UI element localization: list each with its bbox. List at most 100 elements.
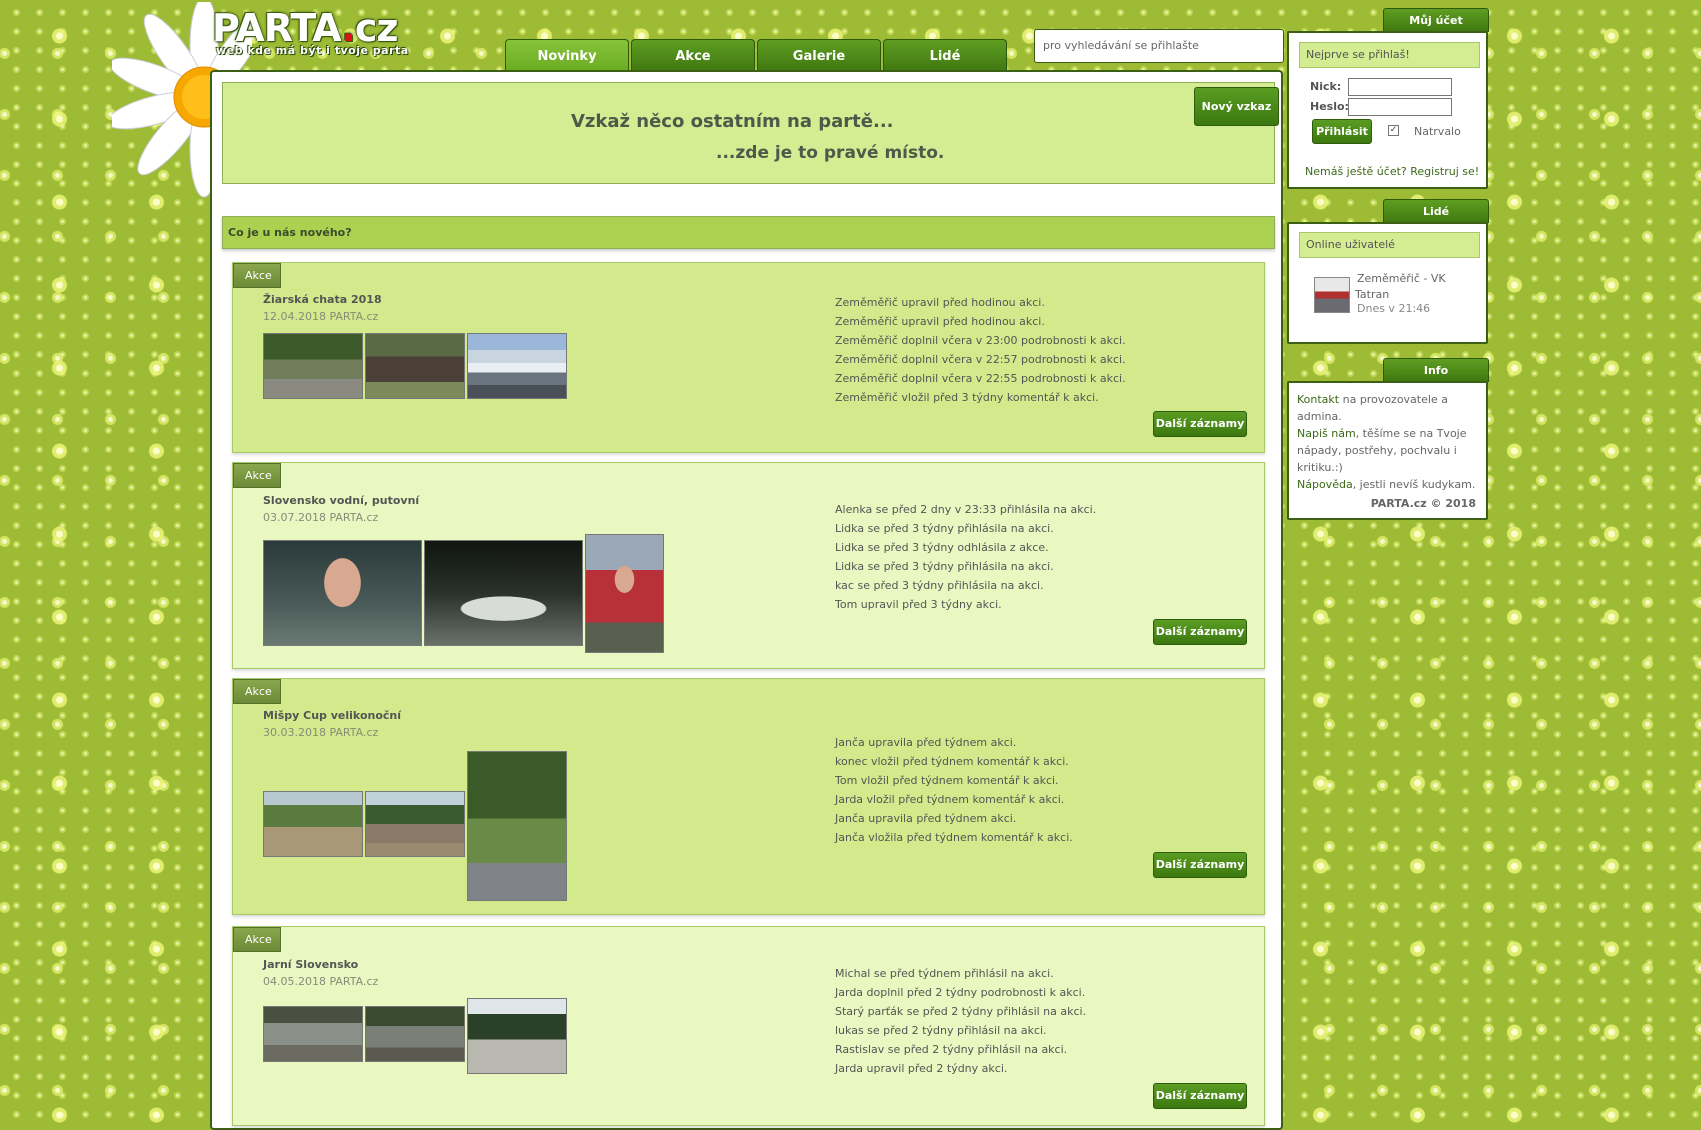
log-entry: Janča upravila před týdnem akci. — [835, 812, 1017, 825]
log-entry: Jarda upravil před 2 týdny akci. — [835, 1062, 1008, 1075]
user-avatar[interactable] — [1314, 277, 1350, 313]
main-panel: Vzkaž něco ostatním na partě... ...zde j… — [210, 70, 1283, 1130]
message-box: Vzkaž něco ostatním na partě... ...zde j… — [222, 82, 1279, 184]
log-entry: Janča vložila před týdnem komentář k akc… — [835, 831, 1073, 844]
message-prompt-line1: Vzkaž něco ostatním na partě... — [571, 111, 894, 132]
more-records-button[interactable]: Další záznamy — [1153, 1083, 1247, 1109]
more-records-button[interactable]: Další záznamy — [1153, 619, 1247, 645]
user-name: Zeměměřič - VK — [1357, 272, 1446, 285]
site-logo[interactable]: PARTA.cz web kde má být i tvoje parta — [212, 8, 409, 57]
log-entry: kac se před 3 týdny přihlásila na akci. — [835, 579, 1044, 592]
card-date: 12.04.2018 PARTA.cz — [263, 310, 379, 323]
search-input[interactable]: pro vyhledávání se přihlašte — [1034, 29, 1284, 63]
news-card: Akce Žiarská chata 2018 12.04.2018 PARTA… — [232, 262, 1265, 453]
card-title[interactable]: Jarní Slovensko — [263, 958, 358, 971]
password-input[interactable] — [1348, 98, 1452, 116]
event-photo[interactable] — [263, 791, 363, 857]
logo-title: PARTA.cz — [212, 6, 399, 50]
info-text: Kontakt na provozovatele a admina. Napiš… — [1297, 391, 1477, 493]
news-section-header: Co je u nás nového? — [222, 216, 1275, 249]
tab-akce[interactable]: Akce — [631, 39, 755, 72]
log-entry: Lidka se před 3 týdny odhlásila z akce. — [835, 541, 1049, 554]
more-records-button[interactable]: Další záznamy — [1153, 411, 1247, 437]
account-box-header: Můj účet — [1383, 8, 1489, 32]
card-category-tag[interactable]: Akce — [233, 463, 281, 488]
log-entry: Jarda vložil před týdnem komentář k akci… — [835, 793, 1065, 806]
log-entry: Janča upravila před týdnem akci. — [835, 736, 1017, 749]
log-entry: konec vložil před týdnem komentář k akci… — [835, 755, 1069, 768]
log-entry: Michal se před týdnem přihlásil na akci. — [835, 967, 1054, 980]
event-photo[interactable] — [263, 540, 422, 646]
news-card: Akce Slovensko vodní, putovní 03.07.2018… — [232, 462, 1265, 669]
log-entry: Zeměměřič doplnil včera v 22:57 podrobno… — [835, 353, 1126, 366]
logo-tagline: web kde má být i tvoje parta — [216, 44, 409, 57]
log-entry: Zeměměřič vložil před 3 týdny komentář k… — [835, 391, 1099, 404]
people-box: Online uživatelé Zeměměřič - VK Tatran D… — [1287, 222, 1488, 344]
activity-log: Zeměměřič upravil před hodinou akci. Zem… — [835, 293, 1126, 407]
log-entry: Zeměměřič doplnil včera v 22:55 podrobno… — [835, 372, 1126, 385]
register-link[interactable]: Nemáš ještě účet? Registruj se! — [1305, 165, 1479, 178]
help-text: , jestli nevíš kudykam. — [1352, 478, 1476, 491]
log-entry: Tom vložil před týdnem komentář k akci. — [835, 774, 1059, 787]
write-us-link[interactable]: Napiš nám — [1297, 427, 1356, 440]
main-tabs: Novinky Akce Galerie Lidé — [505, 39, 1009, 72]
password-label: Heslo: — [1310, 100, 1349, 113]
info-box-header: Info — [1383, 358, 1489, 382]
login-prompt: Nejprve se přihlaš! — [1299, 42, 1480, 68]
news-card: Akce Jarní Slovensko 04.05.2018 PARTA.cz… — [232, 926, 1265, 1126]
event-photo[interactable] — [365, 791, 465, 857]
card-title[interactable]: Žiarská chata 2018 — [263, 293, 382, 306]
log-entry: Zeměměřič upravil před hodinou akci. — [835, 315, 1045, 328]
card-date: 03.07.2018 PARTA.cz — [263, 511, 379, 524]
card-category-tag[interactable]: Akce — [233, 927, 281, 952]
log-entry: Lidka se před 3 týdny přihlásila na akci… — [835, 522, 1054, 535]
news-card: Akce Mišpy Cup velikonoční 30.03.2018 PA… — [232, 678, 1265, 915]
event-photo[interactable] — [585, 534, 664, 653]
event-photo[interactable] — [467, 333, 567, 399]
log-entry: Tom upravil před 3 týdny akci. — [835, 598, 1002, 611]
copyright: PARTA.cz © 2018 — [1370, 497, 1476, 510]
event-photo[interactable] — [467, 998, 567, 1074]
log-entry: Jarda doplnil před 2 týdny podrobnosti k… — [835, 986, 1086, 999]
event-photo[interactable] — [263, 333, 363, 399]
log-entry: Lidka se před 3 týdny přihlásila na akci… — [835, 560, 1054, 573]
account-box: Nejprve se přihlaš! Nick: Heslo: Přihlás… — [1287, 31, 1488, 189]
contact-link[interactable]: Kontakt — [1297, 393, 1339, 406]
message-prompt-line2: ...zde je to pravé místo. — [716, 143, 945, 163]
log-entry: Zeměměřič upravil před hodinou akci. — [835, 296, 1045, 309]
activity-log: Michal se před týdnem přihlásil na akci.… — [835, 964, 1086, 1078]
card-category-tag[interactable]: Akce — [233, 679, 281, 704]
event-photo[interactable] — [365, 1006, 465, 1062]
online-users-label: Online uživatelé — [1299, 232, 1480, 258]
event-photo[interactable] — [467, 751, 567, 901]
event-photo[interactable] — [263, 1006, 363, 1062]
tab-lide[interactable]: Lidé — [883, 39, 1007, 72]
help-link[interactable]: Nápověda — [1297, 478, 1353, 491]
activity-log: Janča upravila před týdnem akci. konec v… — [835, 733, 1073, 847]
tab-galerie[interactable]: Galerie — [757, 39, 881, 72]
event-photo[interactable] — [365, 333, 465, 399]
user-last-seen: Dnes v 21:46 — [1357, 302, 1431, 315]
card-title[interactable]: Slovensko vodní, putovní — [263, 494, 419, 507]
remember-label: Natrvalo — [1414, 125, 1461, 138]
tab-novinky[interactable]: Novinky — [505, 39, 629, 72]
login-button[interactable]: Přihlásit — [1312, 119, 1372, 144]
people-box-header: Lidé — [1383, 199, 1489, 223]
log-entry: Rastislav se před 2 týdny přihlásil na a… — [835, 1043, 1068, 1056]
log-entry: Alenka se před 2 dny v 23:33 přihlásila … — [835, 503, 1097, 516]
log-entry: lukas se před 2 týdny přihlásil na akci. — [835, 1024, 1047, 1037]
log-entry: Zeměměřič doplnil včera v 23:00 podrobno… — [835, 334, 1126, 347]
online-user[interactable]: Zeměměřič - VK Tatran — [1355, 271, 1446, 303]
remember-checkbox[interactable]: ✓ — [1388, 125, 1399, 136]
user-name-cont: Tatran — [1355, 288, 1390, 301]
card-category-tag[interactable]: Akce — [233, 263, 281, 288]
nick-label: Nick: — [1310, 80, 1342, 93]
log-entry: Starý parťák se před 2 týdny přihlásil n… — [835, 1005, 1087, 1018]
event-photo[interactable] — [424, 540, 583, 646]
activity-log: Alenka se před 2 dny v 23:33 přihlásila … — [835, 500, 1096, 614]
new-message-button[interactable]: Nový vzkaz — [1194, 87, 1279, 126]
nick-input[interactable] — [1348, 78, 1452, 96]
more-records-button[interactable]: Další záznamy — [1153, 852, 1247, 878]
card-title[interactable]: Mišpy Cup velikonoční — [263, 709, 401, 722]
card-date: 30.03.2018 PARTA.cz — [263, 726, 379, 739]
